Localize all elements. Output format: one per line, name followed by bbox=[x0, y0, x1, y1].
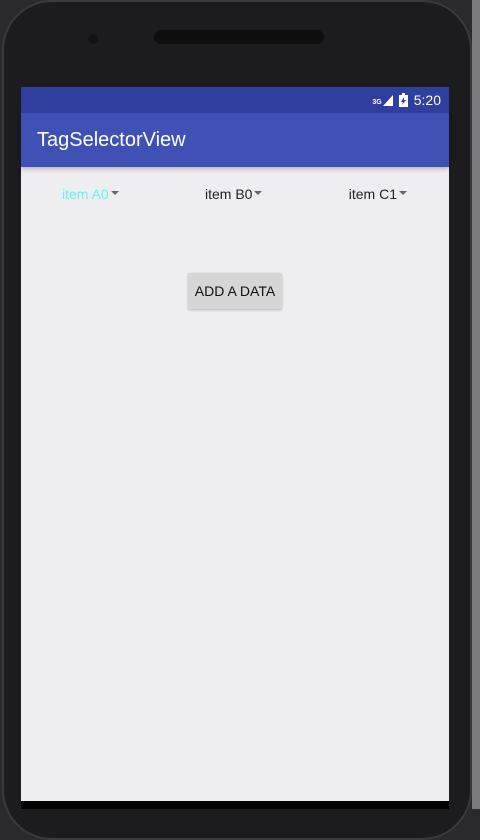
network-type: 3G bbox=[372, 98, 382, 106]
tag-tab-c[interactable]: item C1 bbox=[349, 186, 407, 202]
tag-tab-a[interactable]: item A0 bbox=[62, 186, 119, 202]
tag-label: item B0 bbox=[205, 186, 253, 202]
status-bar: 3G 5:20 bbox=[21, 87, 449, 113]
backdrop-edge bbox=[472, 0, 480, 809]
app-bar: TagSelectorView bbox=[21, 113, 449, 167]
dropdown-caret-icon bbox=[254, 191, 263, 195]
dropdown-caret-icon bbox=[110, 191, 119, 195]
tag-selector: item A0 item B0 item C1 bbox=[21, 186, 449, 202]
battery-icon bbox=[398, 93, 408, 107]
dropdown-caret-icon bbox=[399, 191, 407, 195]
camera bbox=[88, 34, 98, 44]
nav-bar-edge bbox=[21, 801, 449, 809]
app-title: TagSelectorView bbox=[37, 128, 186, 151]
tag-label: item C1 bbox=[348, 186, 397, 202]
speaker-grille bbox=[154, 30, 324, 44]
tag-label: item A0 bbox=[62, 186, 109, 202]
clock: 5:20 bbox=[413, 92, 441, 108]
signal-icon: 3G bbox=[372, 94, 393, 106]
screen: 3G 5:20 TagSelectorView item A0 item B0 … bbox=[21, 87, 449, 801]
tag-tab-b[interactable]: item B0 bbox=[205, 186, 263, 202]
add-data-button[interactable]: ADD A DATA bbox=[188, 273, 282, 309]
